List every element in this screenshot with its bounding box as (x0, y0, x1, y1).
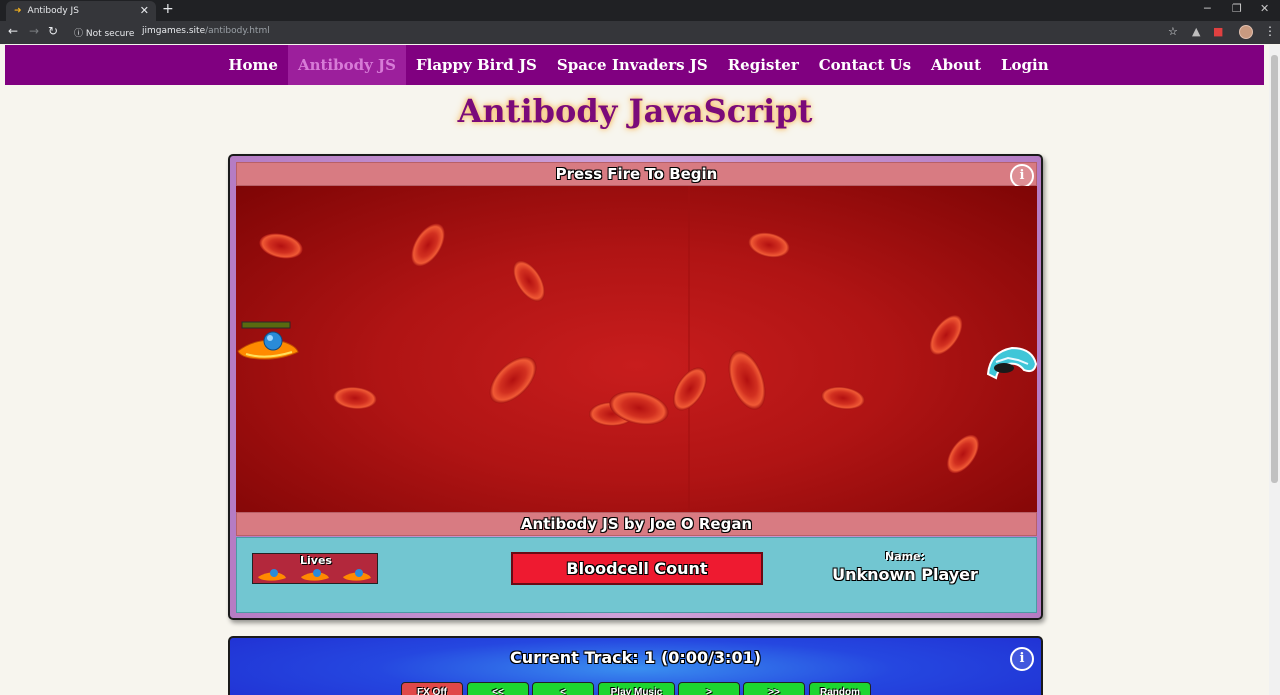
drive-extension-icon[interactable]: ▲ (1192, 25, 1200, 38)
life-ship-icon (343, 569, 371, 581)
game-hud: Lives Bloodcell Count Name: Unknown Play… (236, 537, 1037, 613)
random-button[interactable]: Random (809, 682, 871, 695)
blood-cell (821, 386, 865, 410)
game-status-bar: Press Fire To Begin (236, 162, 1037, 186)
nav-item-home[interactable]: Home (218, 45, 288, 85)
url-path: /antibody.html (205, 26, 270, 36)
play-music-button[interactable]: Play Music (598, 682, 675, 695)
player-name-label: Name: (885, 550, 925, 563)
profile-avatar[interactable] (1239, 25, 1253, 39)
new-tab-button[interactable]: + (162, 1, 174, 17)
site-navbar: Home Antibody JS Flappy Bird JS Space In… (5, 45, 1264, 85)
window-close-icon[interactable]: ✕ (1260, 2, 1269, 15)
extension-icon[interactable]: ■ (1213, 25, 1223, 38)
rewind-button[interactable]: << (467, 682, 529, 695)
fx-toggle-button[interactable]: FX Off (401, 682, 463, 695)
security-indicator[interactable]: ⓘ Not secure (74, 26, 134, 39)
blood-cell (748, 232, 790, 258)
music-info-icon[interactable]: i (1010, 647, 1034, 671)
tab-close-icon[interactable]: ✕ (140, 4, 149, 17)
address-bar: ← → ↻ ⓘ Not secure jimgames.site/antibod… (0, 21, 1280, 44)
blood-cell (728, 350, 766, 410)
previous-button[interactable]: < (532, 682, 594, 695)
restore-icon[interactable]: ❐ (1232, 2, 1242, 15)
bookmark-star-icon[interactable]: ☆ (1168, 25, 1178, 38)
url-host: jimgames.site (142, 26, 206, 36)
nav-item-contact-us[interactable]: Contact Us (809, 45, 921, 85)
url-field[interactable]: jimgames.site/antibody.html (142, 26, 270, 36)
blood-cell (513, 260, 545, 302)
page-title: Antibody JavaScript (457, 92, 813, 130)
page-scrollbar[interactable] (1269, 45, 1280, 695)
nav-item-flappy-bird-js[interactable]: Flappy Bird JS (406, 45, 547, 85)
blood-cell (259, 233, 303, 259)
life-ship-icon (258, 569, 286, 581)
scrollbar-thumb[interactable] (1271, 55, 1278, 483)
forward-icon[interactable]: → (29, 24, 39, 38)
game-panel: Press Fire To Begin i Antibody JS by Joe… (228, 154, 1043, 620)
game-info-icon[interactable]: i (1010, 164, 1034, 188)
player-ship (237, 321, 299, 360)
blood-cell (947, 434, 979, 474)
next-button[interactable]: > (678, 682, 740, 695)
fast-forward-button[interactable]: >> (743, 682, 805, 695)
game-credit-bar: Antibody JS by Joe O Regan (236, 512, 1037, 536)
blood-cell (489, 356, 537, 404)
minimize-icon[interactable]: ─ (1204, 2, 1211, 15)
nav-item-about[interactable]: About (921, 45, 991, 85)
browser-tab-bar: ➜ Antibody JS ✕ + ─ ❐ ✕ (0, 0, 1280, 21)
enemy-virus (986, 346, 1037, 380)
nav-item-login[interactable]: Login (991, 45, 1059, 85)
back-icon[interactable]: ← (8, 24, 18, 38)
menu-icon[interactable]: ⋮ (1264, 24, 1276, 38)
player-name-value: Unknown Player (832, 565, 978, 584)
lives-label: Lives (300, 554, 332, 567)
blood-cell (929, 314, 963, 356)
player-health-bar (241, 321, 291, 329)
music-panel: Current Track: 1 (0:00/3:01) i FX Off <<… (228, 636, 1043, 695)
lives-panel: Lives (252, 553, 378, 584)
blood-cell (333, 386, 377, 410)
tab-title: Antibody JS (27, 6, 79, 16)
nav-item-space-invaders-js[interactable]: Space Invaders JS (547, 45, 718, 85)
current-track: Current Track: 1 (0:00/3:01) (509, 648, 762, 667)
favicon-icon: ➜ (14, 6, 22, 16)
browser-tab[interactable]: ➜ Antibody JS ✕ (6, 1, 156, 21)
game-canvas[interactable] (236, 186, 1037, 512)
nav-item-antibody-js[interactable]: Antibody JS (287, 45, 406, 85)
bloodcell-count: Bloodcell Count (511, 552, 763, 585)
blood-cell (411, 223, 445, 267)
reload-icon[interactable]: ↻ (48, 24, 58, 38)
nav-item-register[interactable]: Register (718, 45, 809, 85)
life-ship-icon (301, 569, 329, 581)
